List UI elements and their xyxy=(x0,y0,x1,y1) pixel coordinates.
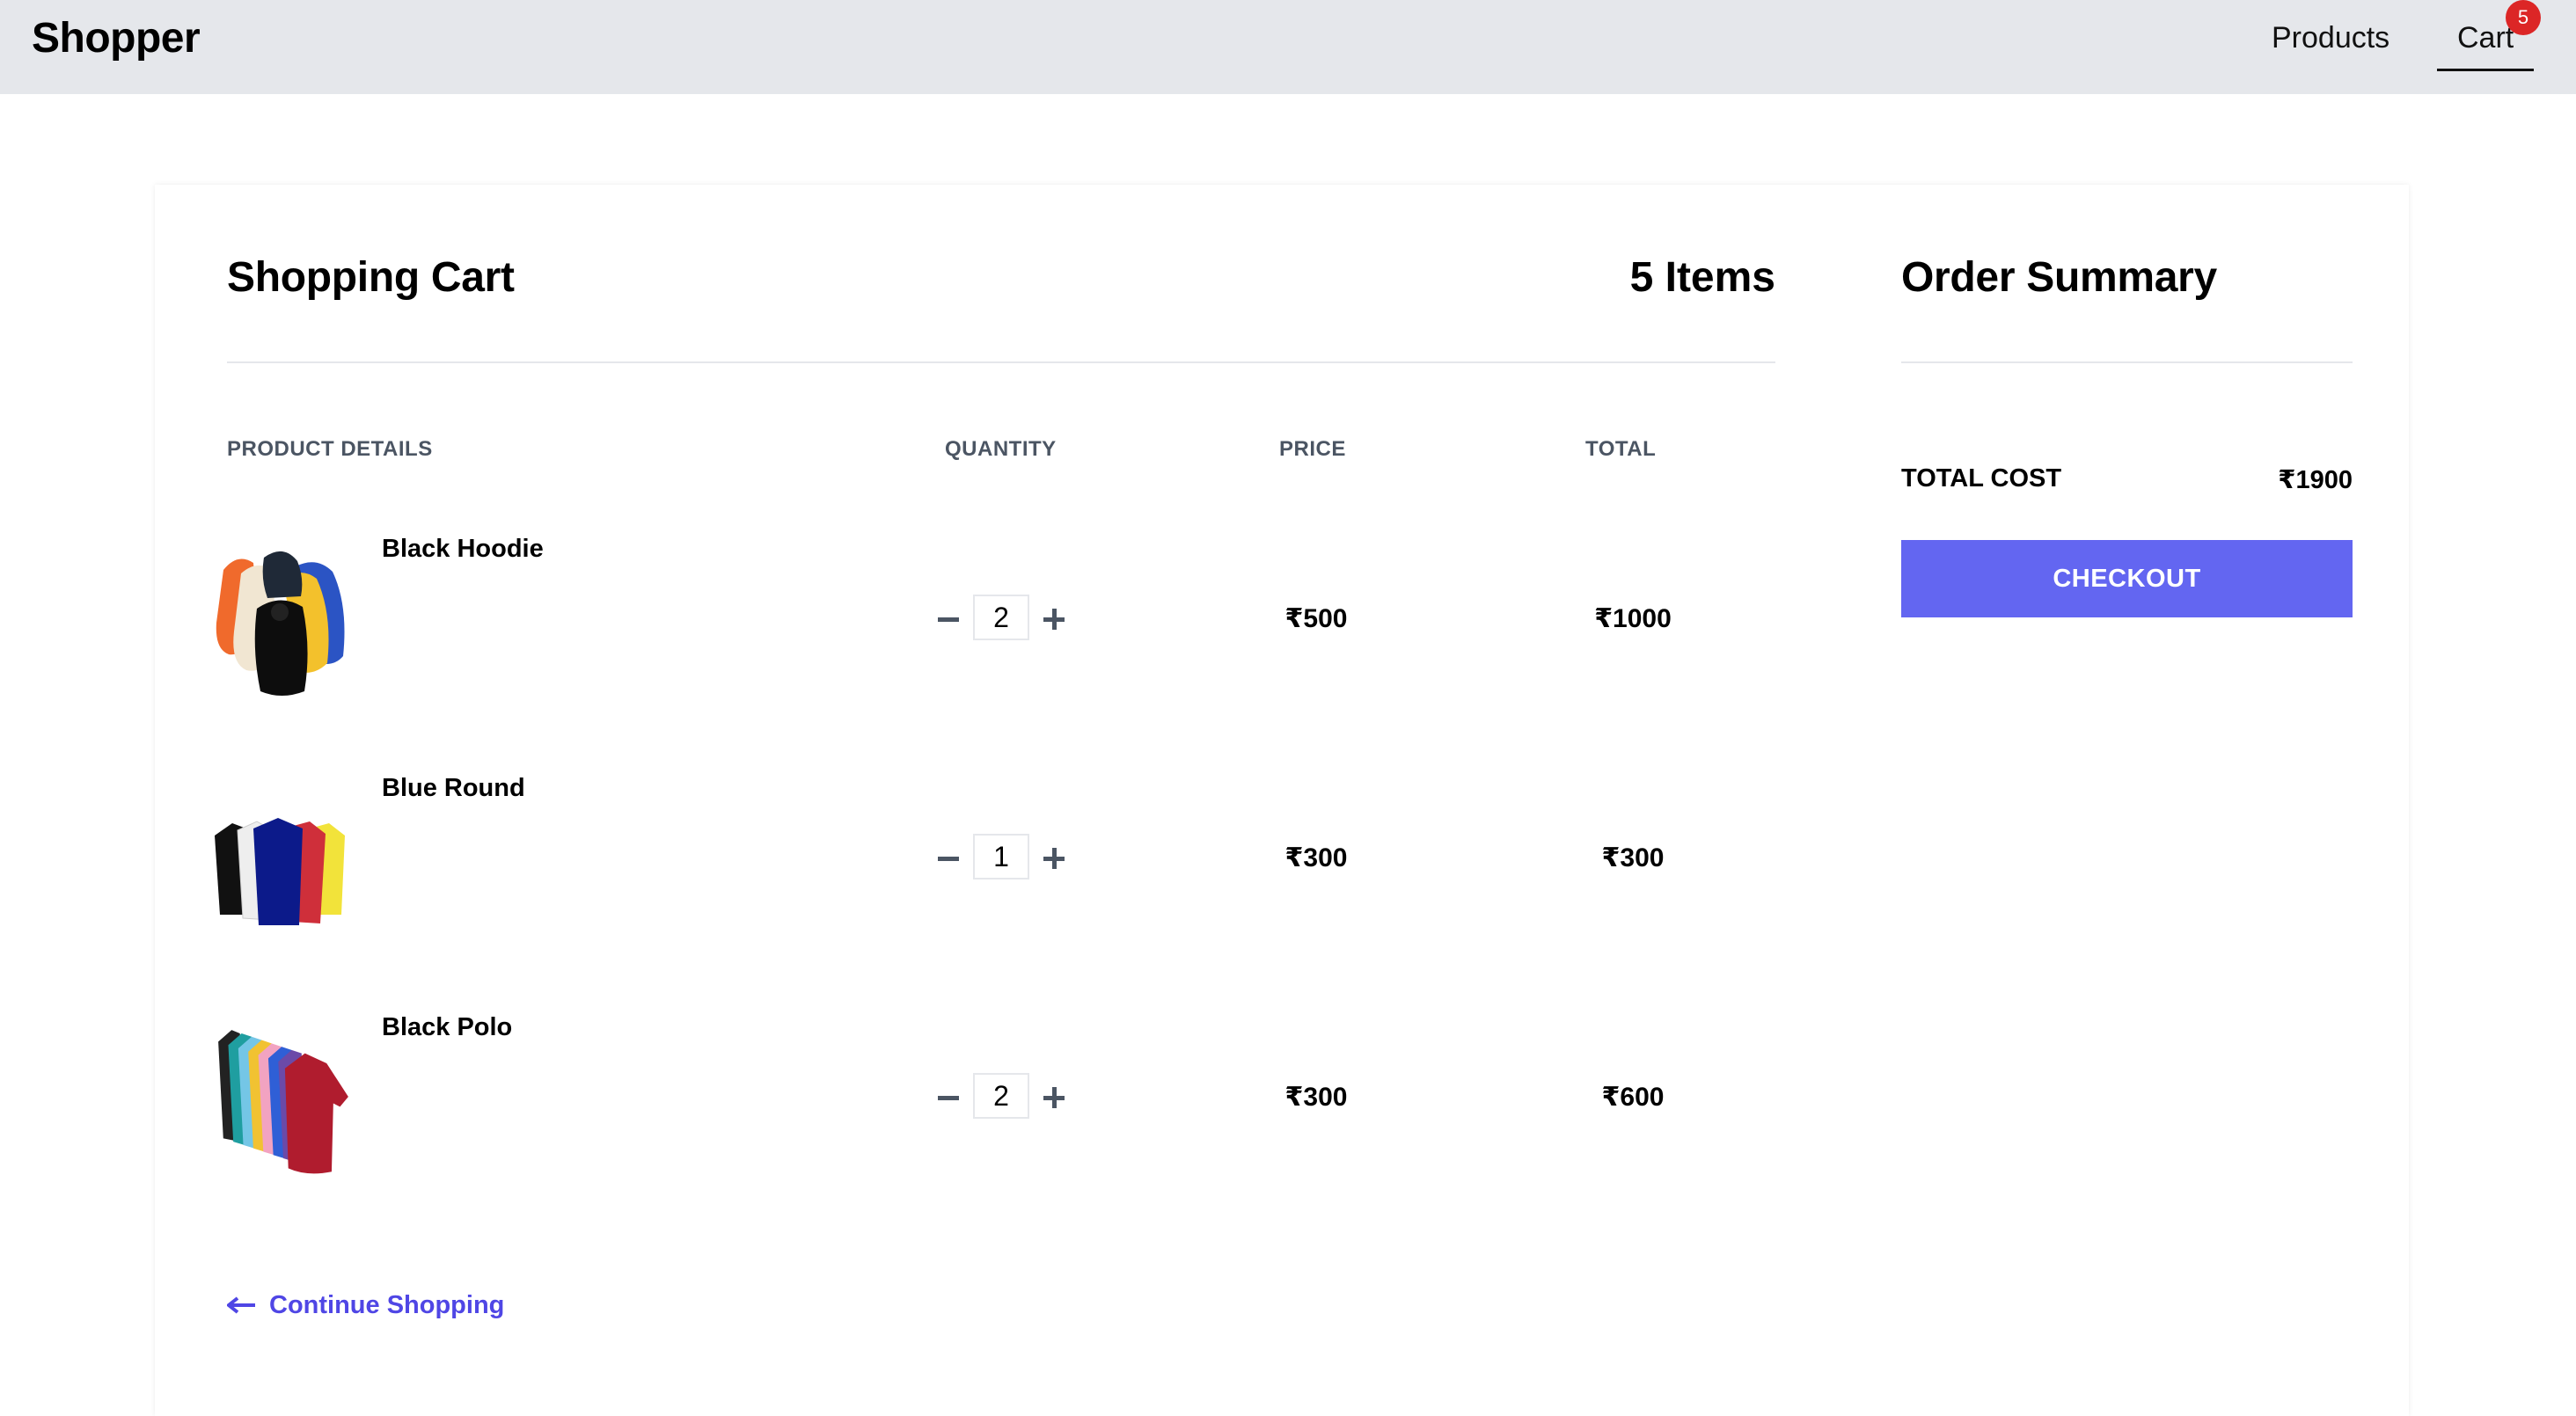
product-name[interactable]: Black Hoodie xyxy=(382,535,544,564)
decrease-quantity-button[interactable] xyxy=(931,602,966,637)
column-header-total: TOTAL xyxy=(1585,437,1657,461)
item-price: ₹300 xyxy=(1284,1083,1348,1112)
cart-count-badge: 5 xyxy=(2506,0,2541,35)
column-header-price: PRICE xyxy=(1279,437,1346,461)
product-name[interactable]: Black Polo xyxy=(382,1013,512,1042)
item-total: ₹1000 xyxy=(1594,604,1672,633)
items-count: 5 Items xyxy=(1629,254,1775,301)
hoodies-image xyxy=(216,551,345,696)
increase-quantity-button[interactable] xyxy=(1036,1080,1072,1115)
continue-shopping-link[interactable]: Continue Shopping xyxy=(227,1288,504,1323)
order-summary-title: Order Summary xyxy=(1901,254,2217,301)
column-header-quantity: QUANTITY xyxy=(945,437,1057,461)
column-header-product: PRODUCT DETAILS xyxy=(227,437,433,461)
product-name[interactable]: Blue Round xyxy=(382,774,525,803)
item-total: ₹300 xyxy=(1601,843,1665,872)
increase-quantity-button[interactable] xyxy=(1036,841,1072,876)
checkout-button[interactable]: CHECKOUT xyxy=(1901,540,2353,617)
decrease-quantity-button[interactable] xyxy=(931,1080,966,1115)
round-tshirts-image xyxy=(215,818,345,925)
brand-logo[interactable]: Shopper xyxy=(32,14,201,62)
quantity-input[interactable]: 2 xyxy=(973,595,1029,640)
active-nav-underline xyxy=(2437,69,2534,71)
nav-products-link[interactable]: Products xyxy=(2272,21,2389,55)
summary-divider xyxy=(1901,361,2353,363)
quantity-input[interactable]: 2 xyxy=(973,1073,1029,1119)
polo-shirts-image xyxy=(218,1030,348,1174)
continue-shopping-label: Continue Shopping xyxy=(269,1290,505,1319)
cart-row: Blue Round 1 ₹300 ₹300 xyxy=(0,767,2576,943)
cart-row: Black Polo 2 ₹300 ₹600 xyxy=(0,1006,2576,1182)
item-total: ₹600 xyxy=(1601,1083,1665,1112)
decrease-quantity-button[interactable] xyxy=(931,841,966,876)
item-price: ₹300 xyxy=(1284,843,1348,872)
increase-quantity-button[interactable] xyxy=(1036,602,1072,637)
item-price: ₹500 xyxy=(1284,604,1348,633)
navbar: Shopper Products Cart 5 xyxy=(0,0,2576,94)
total-cost-value: ₹1900 xyxy=(2278,466,2353,494)
quantity-input[interactable]: 1 xyxy=(973,834,1029,880)
total-cost-label: TOTAL COST xyxy=(1901,464,2062,493)
cart-title: Shopping Cart xyxy=(227,254,515,301)
nav-cart-link[interactable]: Cart xyxy=(2457,21,2514,55)
cart-divider xyxy=(227,361,1775,363)
arrow-left-icon xyxy=(227,1296,255,1314)
